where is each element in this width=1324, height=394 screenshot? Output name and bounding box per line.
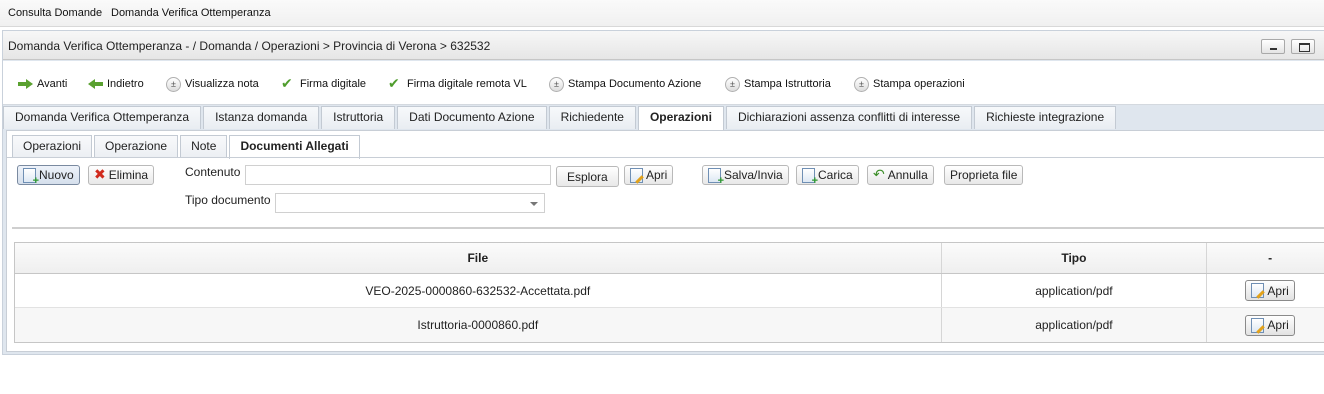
tipo-documento-select[interactable] — [275, 193, 545, 213]
tab-dichiarazioni[interactable]: Dichiarazioni assenza conflitti di inter… — [725, 106, 973, 129]
tab-istanza-domanda[interactable]: Istanza domanda — [203, 106, 320, 129]
elimina-label: Elimina — [108, 168, 149, 182]
esplora-label: Esplora — [567, 169, 608, 184]
menu-consulta-domande[interactable]: Consulta Domande — [8, 7, 102, 19]
stampa-documento-label: Stampa Documento Azione — [568, 78, 702, 90]
tab-operazioni[interactable]: Operazioni — [637, 106, 724, 131]
window-title: Domanda Verifica Ottemperanza - / Domand… — [8, 39, 491, 53]
sub-tabs: Operazioni Operazione Note Documenti All… — [12, 135, 362, 159]
table-row[interactable]: VEO-2025-0000860-632532-Accettata.pdf ap… — [15, 274, 1324, 308]
column-header-action: - — [1268, 251, 1273, 265]
column-header-tipo[interactable]: Tipo — [942, 243, 1208, 273]
edit-document-icon — [630, 167, 643, 183]
firma-remota-label: Firma digitale remota VL — [407, 78, 527, 90]
maximize-button[interactable] — [1291, 39, 1315, 54]
divider — [7, 157, 1324, 158]
download-icon: ± — [166, 76, 181, 92]
attachments-table: File Tipo - VEO-2025-0000860-632532-Acce… — [14, 242, 1324, 343]
column-header-file[interactable]: File — [15, 243, 942, 273]
form-window: Domanda Verifica Ottemperanza - / Domand… — [2, 30, 1324, 355]
firma-digitale-button[interactable]: ✔ Firma digitale — [281, 76, 366, 92]
checkmark-icon: ✔ — [388, 75, 400, 92]
firma-digitale-label: Firma digitale — [300, 78, 367, 90]
delete-icon: ✖ — [94, 167, 106, 183]
tipo-cell: application/pdf — [942, 274, 1208, 307]
main-tabs: Domanda Verifica Ottemperanza Istanza do… — [3, 106, 1118, 131]
stampa-documento-azione-button[interactable]: ± Stampa Documento Azione — [549, 76, 701, 92]
download-icon: ± — [854, 76, 869, 92]
firma-digitale-remota-button[interactable]: ✔ Firma digitale remota VL — [388, 76, 527, 92]
checkmark-icon: ✔ — [281, 75, 293, 92]
new-document-icon — [23, 167, 39, 187]
subtab-note[interactable]: Note — [180, 135, 228, 157]
subtab-operazioni[interactable]: Operazioni — [12, 135, 93, 157]
window-titlebar: Domanda Verifica Ottemperanza - / Domand… — [3, 31, 1324, 60]
file-cell: Istruttoria-0000860.pdf — [15, 308, 942, 342]
avanti-button[interactable]: Avanti — [18, 76, 67, 92]
annulla-label: Annulla — [887, 168, 928, 182]
stampa-operazioni-label: Stampa operazioni — [873, 78, 965, 90]
tab-domanda-verifica[interactable]: Domanda Verifica Ottemperanza — [3, 106, 202, 129]
tab-richiedente[interactable]: Richiedente — [548, 106, 636, 129]
table-row[interactable]: Istruttoria-0000860.pdf application/pdf … — [15, 308, 1324, 342]
stampa-istruttoria-label: Stampa Istruttoria — [744, 78, 831, 90]
tab-dati-documento-azione[interactable]: Dati Documento Azione — [397, 106, 547, 129]
stampa-istruttoria-button[interactable]: ± Stampa Istruttoria — [725, 76, 831, 92]
menu-domanda-verifica-ottemperanza[interactable]: Domanda Verifica Ottemperanza — [111, 7, 271, 19]
elimina-button[interactable]: ✖ Elimina — [88, 165, 155, 185]
row-apri-label: Apri — [1267, 283, 1289, 298]
carica-button[interactable]: Carica — [796, 165, 859, 187]
top-menubar: Consulta Domande Domanda Verifica Ottemp… — [0, 0, 1324, 27]
undo-icon: ↶ — [873, 167, 885, 183]
esplora-button[interactable]: Esplora — [556, 166, 619, 187]
apri-button[interactable]: Apri — [624, 165, 674, 185]
download-icon: ± — [549, 76, 564, 92]
row-apri-label: Apri — [1267, 318, 1289, 332]
action-toolbar: Avanti Indietro ± Visualizza nota ✔ Firm… — [3, 61, 1324, 105]
visualizza-nota-label: Visualizza nota — [185, 78, 259, 90]
stampa-operazioni-button[interactable]: ± Stampa operazioni — [854, 76, 965, 92]
indietro-button[interactable]: Indietro — [88, 76, 144, 92]
download-icon: ± — [725, 76, 740, 92]
section-separator — [12, 227, 1324, 229]
nuovo-label: Nuovo — [39, 168, 74, 182]
table-header: File Tipo - — [15, 243, 1324, 274]
save-document-icon — [708, 167, 724, 187]
action-cell: Apri — [1207, 308, 1324, 342]
chevron-down-icon — [530, 202, 538, 206]
salva-invia-button[interactable]: Salva/Invia — [702, 165, 789, 187]
minimize-button[interactable] — [1261, 39, 1285, 54]
carica-label: Carica — [818, 168, 853, 182]
file-cell: VEO-2025-0000860-632532-Accettata.pdf — [15, 274, 942, 307]
proprieta-file-button[interactable]: Proprieta file — [944, 165, 1024, 185]
contenuto-field[interactable] — [245, 165, 551, 185]
row-apri-button[interactable]: Apri — [1245, 280, 1295, 301]
edit-document-icon — [1251, 283, 1265, 298]
row-apri-button[interactable]: Apri — [1245, 314, 1295, 336]
contenuto-label: Contenuto — [185, 165, 241, 179]
edit-document-icon — [1251, 317, 1265, 333]
tab-richieste-integrazione[interactable]: Richieste integrazione — [974, 106, 1117, 129]
apri-label: Apri — [646, 168, 668, 182]
upload-document-icon — [802, 167, 818, 187]
action-cell: Apri — [1207, 274, 1324, 307]
tipo-cell: application/pdf — [942, 308, 1208, 342]
annulla-button[interactable]: ↶ Annulla — [867, 165, 934, 185]
indietro-label: Indietro — [107, 78, 144, 90]
tab-istruttoria[interactable]: Istruttoria — [321, 106, 396, 129]
salva-invia-label: Salva/Invia — [724, 168, 783, 182]
arrow-left-icon — [88, 79, 103, 89]
proprieta-label: Proprieta file — [950, 168, 1018, 182]
visualizza-nota-button[interactable]: ± Visualizza nota — [166, 76, 259, 92]
subtab-documenti-allegati[interactable]: Documenti Allegati — [229, 135, 360, 159]
avanti-label: Avanti — [37, 78, 68, 90]
nuovo-button[interactable]: Nuovo — [17, 165, 80, 187]
subtab-operazione[interactable]: Operazione — [94, 135, 179, 157]
arrow-right-icon — [18, 79, 33, 89]
tipo-documento-label: Tipo documento — [185, 193, 271, 207]
